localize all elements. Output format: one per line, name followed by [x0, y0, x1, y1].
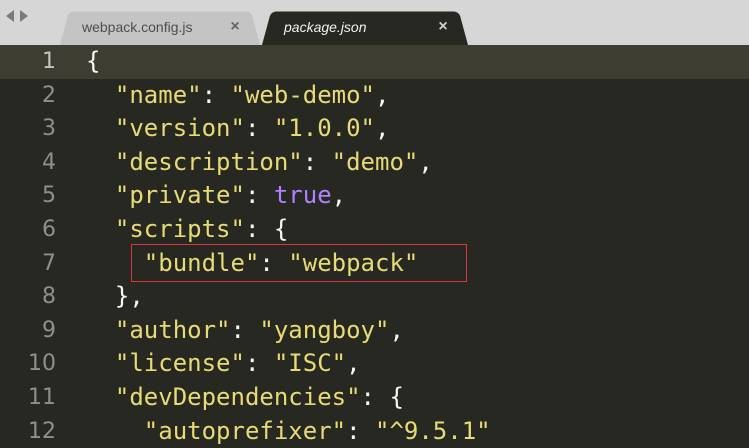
- tab-label: package.json: [284, 18, 367, 35]
- string-token: "version": [114, 114, 245, 143]
- code-line[interactable]: 5 "private": true,: [0, 179, 749, 213]
- line-number: 11: [28, 384, 56, 410]
- line-number: 2: [42, 82, 56, 108]
- punctuation-token: ,: [331, 181, 347, 210]
- punctuation-token: : {: [244, 214, 289, 243]
- code-line[interactable]: 1{: [0, 45, 749, 79]
- code-text: "private": true,: [86, 179, 346, 213]
- close-icon[interactable]: ×: [430, 18, 456, 36]
- code-line[interactable]: 6 "scripts": {: [0, 213, 749, 247]
- code-text: "scripts": {: [86, 213, 288, 247]
- punctuation-token: :: [259, 248, 289, 277]
- line-number: 10: [28, 351, 56, 377]
- code-text: "autoprefixer": "^9.5.1": [86, 415, 491, 448]
- string-token: "1.0.0": [273, 114, 376, 143]
- code-text: "devDependencies": {: [86, 381, 404, 415]
- punctuation-token: ,: [375, 80, 390, 109]
- code-line[interactable]: 10 "license": "ISC",: [0, 347, 749, 381]
- constant-token: true: [273, 181, 332, 210]
- string-token: "devDependencies": [114, 382, 361, 411]
- string-token: "web-demo": [230, 80, 376, 109]
- code-line[interactable]: 7 "bundle": "webpack": [0, 247, 749, 281]
- line-number: 1: [42, 49, 56, 74]
- punctuation-token: :: [244, 349, 274, 378]
- code-line[interactable]: 3 "version": "1.0.0",: [0, 112, 749, 146]
- punctuation-token: ,: [389, 315, 404, 344]
- code-line[interactable]: 9 "author": "yangboy",: [0, 314, 749, 348]
- string-token: "license": [114, 349, 245, 378]
- punctuation-token: ,: [418, 147, 433, 176]
- arrow-right-icon[interactable]: [20, 10, 28, 22]
- line-number: 6: [42, 216, 56, 242]
- punctuation-token: :: [346, 416, 375, 445]
- string-token: "name": [114, 80, 202, 109]
- code-editor[interactable]: 1{2 "name": "web-demo", 3 "version": "1.0…: [0, 45, 749, 445]
- code-text: },: [86, 280, 144, 314]
- string-token: "yangboy": [259, 315, 390, 344]
- code-text: {: [86, 45, 100, 79]
- string-token: "webpack": [288, 248, 419, 277]
- tab-package-json[interactable]: package.json ×: [262, 8, 468, 45]
- string-token: "demo": [331, 147, 419, 176]
- punctuation-token: ,: [346, 349, 361, 378]
- line-number: 9: [42, 317, 56, 343]
- code-text: "bundle": "webpack": [86, 247, 419, 281]
- punctuation-token: {: [86, 47, 101, 75]
- punctuation-token: },: [114, 282, 144, 311]
- close-icon[interactable]: ×: [222, 18, 248, 36]
- punctuation-token: ,: [375, 114, 390, 143]
- line-number: 12: [28, 418, 56, 444]
- tab-bar: webpack.config.js × package.json ×: [0, 0, 749, 45]
- string-token: "^9.5.1": [375, 416, 491, 445]
- tab-nav-arrows: [6, 10, 28, 22]
- string-token: "private": [114, 181, 245, 210]
- punctuation-token: :: [244, 114, 274, 143]
- code-line[interactable]: 8 },: [0, 280, 749, 314]
- punctuation-token: : {: [360, 382, 404, 411]
- string-token: "bundle": [143, 248, 260, 277]
- code-line[interactable]: 4 "description": "demo",: [0, 146, 749, 180]
- code-line[interactable]: 12 "autoprefixer": "^9.5.1": [0, 415, 749, 448]
- line-number: 3: [42, 116, 56, 142]
- code-line[interactable]: 2 "name": "web-demo",: [0, 79, 749, 113]
- punctuation-token: :: [230, 315, 260, 344]
- code-text: "author": "yangboy",: [86, 314, 404, 348]
- code-line[interactable]: 11 "devDependencies": {: [0, 381, 749, 415]
- arrow-left-icon[interactable]: [6, 10, 14, 22]
- string-token: "author": [114, 315, 231, 344]
- line-number: 8: [42, 284, 56, 310]
- code-text: "name": "web-demo",: [86, 79, 390, 113]
- line-number: 7: [42, 250, 56, 276]
- tab-webpack-config[interactable]: webpack.config.js ×: [60, 8, 260, 45]
- line-number: 5: [42, 183, 56, 209]
- code-text: "version": "1.0.0",: [86, 112, 390, 146]
- string-token: "scripts": [114, 214, 245, 243]
- punctuation-token: :: [302, 147, 332, 176]
- string-token: "ISC": [273, 349, 347, 378]
- line-number: 4: [42, 149, 56, 175]
- punctuation-token: :: [244, 181, 274, 210]
- string-token: "description": [114, 147, 303, 176]
- code-text: "description": "demo",: [86, 146, 433, 180]
- tab-label: webpack.config.js: [82, 18, 193, 35]
- code-text: "license": "ISC",: [86, 347, 361, 381]
- punctuation-token: :: [201, 80, 231, 109]
- string-token: "autoprefixer": [143, 416, 347, 445]
